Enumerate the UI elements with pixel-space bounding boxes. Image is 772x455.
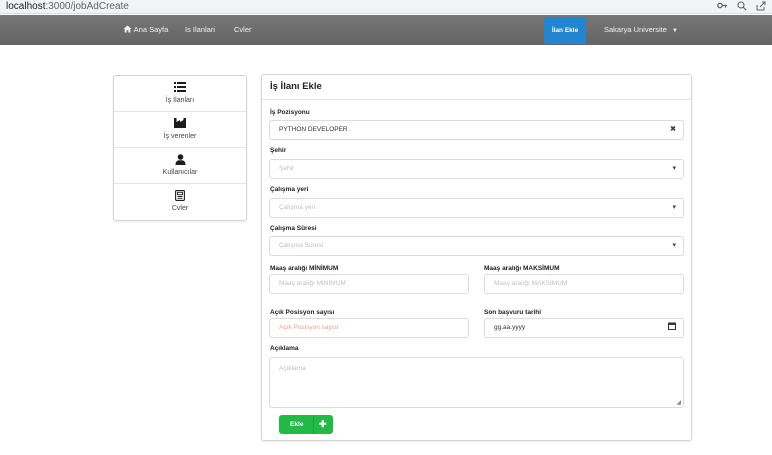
position-value: PYTHON DEVELOPER	[279, 126, 348, 133]
city-label: Şehir	[270, 147, 287, 154]
deadline-date-input[interactable]: gg.aa.yyyy	[484, 318, 684, 338]
resize-handle-icon[interactable]: ◢	[676, 399, 681, 406]
description-label: Açıklama	[270, 345, 299, 352]
open-positions-input[interactable]: Açık Posisyon sayısı	[269, 318, 469, 338]
salary-max-placeholder: Maaş aralığı MAKSİMUM	[494, 280, 568, 287]
city-select[interactable]: Şehir ▾	[269, 159, 684, 179]
browser-bar: localhost:3000/jobAdCreate	[0, 0, 772, 14]
sidebar-item-label: İş verenler	[163, 133, 197, 140]
sidebar-item-job-ads[interactable]: İş İlanları	[114, 76, 246, 112]
url-path: :3000/jobAdCreate	[45, 1, 129, 12]
workplace-label: Çalışma yeri	[270, 186, 309, 193]
sidebar-item-label: Cvler	[171, 205, 189, 212]
share-icon[interactable]	[756, 1, 766, 15]
submit-label: Ekle	[290, 421, 304, 428]
sidebar-menu: İş İlanları İş verenler Kullanıcılar Cvl…	[113, 75, 247, 221]
nav-jobs-link[interactable]: Is Ilanlari	[185, 15, 215, 45]
calendar-icon[interactable]	[668, 319, 676, 337]
job-ad-form-card: İş İlanı Ekle İş Pozisyonu PYTHON DEVELO…	[261, 74, 692, 441]
document-icon	[114, 190, 246, 204]
title-divider	[262, 99, 691, 100]
open-positions-placeholder: Açık Posisyon sayısı	[279, 324, 339, 331]
duration-placeholder: Çalışma Süresi	[279, 242, 324, 249]
position-select[interactable]: PYTHON DEVELOPER ✖	[269, 120, 684, 140]
address-bar[interactable]: localhost:3000/jobAdCreate	[6, 1, 129, 13]
duration-select[interactable]: Çalışma Süresi ▾	[269, 236, 684, 256]
description-textarea[interactable]: Açıklama ◢	[269, 357, 684, 408]
zoom-icon[interactable]	[737, 1, 747, 15]
salary-min-label: Maaş aralığı MİNİMUM	[270, 265, 339, 272]
user-icon	[114, 154, 246, 168]
deadline-value: gg.aa.yyyy	[494, 324, 526, 331]
dropdown-icon: ▾	[672, 165, 676, 172]
key-icon[interactable]	[717, 1, 728, 15]
form-title: İş İlanı Ekle	[270, 81, 322, 92]
add-job-button[interactable]: İlan Ekle	[544, 17, 586, 44]
sidebar-item-users[interactable]: Kullanıcılar	[114, 148, 246, 184]
duration-label: Çalışma Süresi	[270, 225, 317, 232]
top-navbar: Ana Sayfa Is Ilanlari Cvler İlan Ekle Sa…	[0, 15, 772, 45]
sidebar-item-label: İş İlanları	[165, 97, 195, 104]
button-separator	[313, 415, 314, 434]
workplace-placeholder: Çalışma yeri	[279, 204, 316, 211]
city-placeholder: Şehir	[279, 165, 295, 172]
open-positions-label: Açık Posisyon sayısı	[270, 309, 335, 316]
nav-home-label: Ana Sayfa	[133, 25, 169, 34]
salary-min-placeholder: Maaş aralığı MİNİMUM	[279, 280, 346, 287]
caret-down-icon: ▼	[671, 28, 678, 34]
deadline-label: Son başvuru tarihi	[484, 309, 542, 316]
list-icon	[114, 82, 246, 95]
salary-max-input[interactable]: Maaş aralığı MAKSİMUM	[484, 274, 684, 294]
home-icon	[123, 25, 134, 34]
plus-icon: ✚	[319, 419, 327, 429]
dropdown-icon: ▾	[672, 204, 676, 211]
dropdown-icon: ▾	[672, 242, 676, 249]
salary-max-label: Maaş aralığı MAKSİMUM	[484, 265, 560, 272]
position-label: İş Pozisyonu	[270, 109, 310, 116]
sidebar-item-cvs[interactable]: Cvler	[114, 184, 246, 220]
industry-icon	[114, 118, 246, 131]
sidebar-item-label: Kullanıcılar	[162, 169, 198, 176]
sidebar-item-employers[interactable]: İş verenler	[114, 112, 246, 148]
workplace-select[interactable]: Çalışma yeri ▾	[269, 198, 684, 218]
user-name: Sakarya Universite	[604, 25, 667, 34]
description-placeholder: Açıklama	[279, 365, 306, 372]
user-menu-dropdown[interactable]: Sakarya Universite ▼	[604, 15, 678, 45]
url-host: localhost	[6, 1, 46, 12]
nav-home-link[interactable]: Ana Sayfa	[123, 15, 168, 45]
clear-icon[interactable]: ✖	[670, 121, 676, 139]
salary-min-input[interactable]: Maaş aralığı MİNİMUM	[269, 274, 469, 294]
submit-add-button[interactable]: Ekle ✚	[279, 415, 333, 434]
browser-icons	[717, 1, 766, 15]
nav-cvs-link[interactable]: Cvler	[234, 15, 252, 45]
